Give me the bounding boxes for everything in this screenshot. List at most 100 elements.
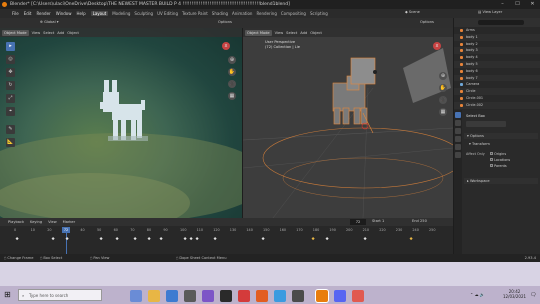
keyframe-marker[interactable] <box>189 237 193 241</box>
pan-hand-icon-2[interactable]: ✋ <box>439 84 447 92</box>
tab-sculpting[interactable]: Sculpting <box>134 11 153 16</box>
parents-checkbox[interactable]: Parents <box>490 164 507 168</box>
menu-help[interactable]: Help <box>76 11 85 16</box>
clock[interactable]: 20:42 12/03/2021 <box>503 289 526 299</box>
system-tray-icons[interactable]: ⌃ ☁ 🔊 <box>470 292 485 297</box>
zoom-icon-2[interactable]: ⊕ <box>439 72 447 80</box>
menu-window[interactable]: Window <box>56 11 72 16</box>
outliner-item[interactable]: body 6 <box>454 68 540 75</box>
transform-subheader[interactable]: ▾ Transform <box>466 141 538 147</box>
grid-view-icon-2[interactable]: ▦ <box>439 108 447 116</box>
tab-compositing[interactable]: Compositing <box>281 11 306 16</box>
select-tool-icon[interactable]: ▸ <box>6 42 15 51</box>
keyframe-marker[interactable] <box>311 237 315 241</box>
keyframe-marker[interactable] <box>99 237 103 241</box>
timeline-menu-marker[interactable]: Marker <box>63 220 75 224</box>
app-icon[interactable] <box>292 290 304 302</box>
close-button[interactable]: ✕ <box>525 0 540 9</box>
camera-view-icon[interactable]: 🎥 <box>228 80 236 88</box>
world-tab-icon[interactable] <box>455 152 461 158</box>
workspace-section-header[interactable]: ▸ Workspace <box>464 178 538 184</box>
keyframe-marker[interactable] <box>213 237 217 241</box>
notifications-icon[interactable]: 🗨 <box>530 292 536 298</box>
view-layer-tab-icon[interactable] <box>455 136 461 142</box>
tab-shading[interactable]: Shading <box>212 11 228 16</box>
blender-taskbar-icon[interactable] <box>316 290 328 302</box>
store-icon[interactable] <box>184 290 196 302</box>
windows-start-icon[interactable]: ⊞ <box>4 290 14 300</box>
app-icon[interactable] <box>238 290 250 302</box>
tab-scripting[interactable]: Scripting <box>310 11 328 16</box>
current-frame-field[interactable]: 72 <box>350 219 366 225</box>
keyframe-marker[interactable] <box>159 237 163 241</box>
outliner-item[interactable]: Circle.001 <box>454 95 540 102</box>
keyframe-marker[interactable] <box>133 237 137 241</box>
outliner-item[interactable]: Arms <box>454 27 540 34</box>
keyframe-marker[interactable] <box>147 237 151 241</box>
select-mode-buttons[interactable] <box>466 121 506 127</box>
gizmo-x-icon-2[interactable]: x <box>433 42 441 50</box>
menu-render[interactable]: Render <box>36 11 50 16</box>
zoom-icon[interactable]: ⊕ <box>228 56 236 64</box>
viewport-rendered[interactable]: Object Mode View Select Add Object ▸ ◎ ✥… <box>0 28 242 218</box>
grid-view-icon[interactable]: ▦ <box>228 92 236 100</box>
viewport-solid[interactable]: Object Mode View Select Add Object User … <box>243 28 453 218</box>
tab-texture-paint[interactable]: Texture Paint <box>182 11 208 16</box>
output-tab-icon[interactable] <box>455 128 461 134</box>
pan-hand-icon[interactable]: ✋ <box>228 68 236 76</box>
outliner-item[interactable]: body 5 <box>454 60 540 68</box>
keyframe-marker[interactable] <box>261 237 265 241</box>
outliner-item[interactable]: body 7 <box>454 74 540 82</box>
tab-layout[interactable]: Layout <box>90 11 109 16</box>
file-explorer-icon[interactable] <box>148 290 160 302</box>
cursor-tool-icon[interactable]: ◎ <box>6 55 15 64</box>
outliner-search-input[interactable] <box>478 20 524 25</box>
app-icon[interactable] <box>202 290 214 302</box>
outliner-item[interactable]: body 1 <box>454 33 540 41</box>
keyframe-marker[interactable] <box>195 237 199 241</box>
camera-view-icon-2[interactable]: 🎥 <box>439 96 447 104</box>
options-section-header[interactable]: ▾ Options <box>464 133 538 139</box>
transform-orientation[interactable]: ⊕ Global ▾ <box>40 20 59 24</box>
end-frame-field[interactable]: End 250 <box>412 219 427 223</box>
edge-icon[interactable] <box>166 290 178 302</box>
rotate-tool-icon[interactable]: ↻ <box>6 81 15 90</box>
keyframe-marker[interactable] <box>65 237 69 241</box>
outliner-item[interactable]: body 2 <box>454 41 540 48</box>
discord-icon[interactable] <box>334 290 346 302</box>
keyframe-marker[interactable] <box>183 237 187 241</box>
outliner-item[interactable]: Camera <box>454 81 540 88</box>
timeline-menu-playback[interactable]: Playback <box>8 220 24 224</box>
scene-selector[interactable]: ◆ Scene <box>405 10 420 14</box>
tool-tab-icon[interactable] <box>455 112 461 118</box>
menu-file[interactable]: File <box>12 11 19 16</box>
taskbar-search-input[interactable]: ⌕ Type here to search <box>18 289 102 301</box>
app-icon[interactable] <box>274 290 286 302</box>
outliner-item[interactable]: Circle <box>454 88 540 95</box>
keyframe-marker[interactable] <box>325 237 329 241</box>
vp2-options[interactable]: Options <box>420 20 434 24</box>
move-tool-icon[interactable]: ✥ <box>6 68 15 77</box>
measure-tool-icon[interactable]: 📐 <box>6 138 15 147</box>
tab-rendering[interactable]: Rendering <box>256 11 276 16</box>
scale-tool-icon[interactable]: ⤢ <box>6 94 15 103</box>
app-icon[interactable] <box>220 290 232 302</box>
keyframe-marker[interactable] <box>115 237 119 241</box>
timeline-menu-view[interactable]: View <box>48 220 57 224</box>
scene-tab-icon[interactable] <box>455 144 461 150</box>
keyframe-marker[interactable] <box>409 237 413 241</box>
vp1-options[interactable]: Options <box>218 20 232 24</box>
transform-tool-icon[interactable]: ⌖ <box>6 107 15 116</box>
menu-edit[interactable]: Edit <box>24 11 32 16</box>
timeline-menu-keying[interactable]: Keying <box>30 220 42 224</box>
taskview-icon[interactable] <box>130 290 142 302</box>
tab-animation[interactable]: Animation <box>232 11 252 16</box>
origins-checkbox[interactable]: Origins <box>490 152 506 156</box>
tab-modeling[interactable]: Modeling <box>112 11 130 16</box>
start-frame-field[interactable]: Start 1 <box>372 219 384 223</box>
keyframe-marker[interactable] <box>363 237 367 241</box>
render-tab-icon[interactable] <box>455 120 461 126</box>
outliner-item[interactable]: body 3 <box>454 47 540 55</box>
minimize-button[interactable]: – <box>495 0 510 9</box>
keyframe-marker[interactable] <box>51 237 55 241</box>
